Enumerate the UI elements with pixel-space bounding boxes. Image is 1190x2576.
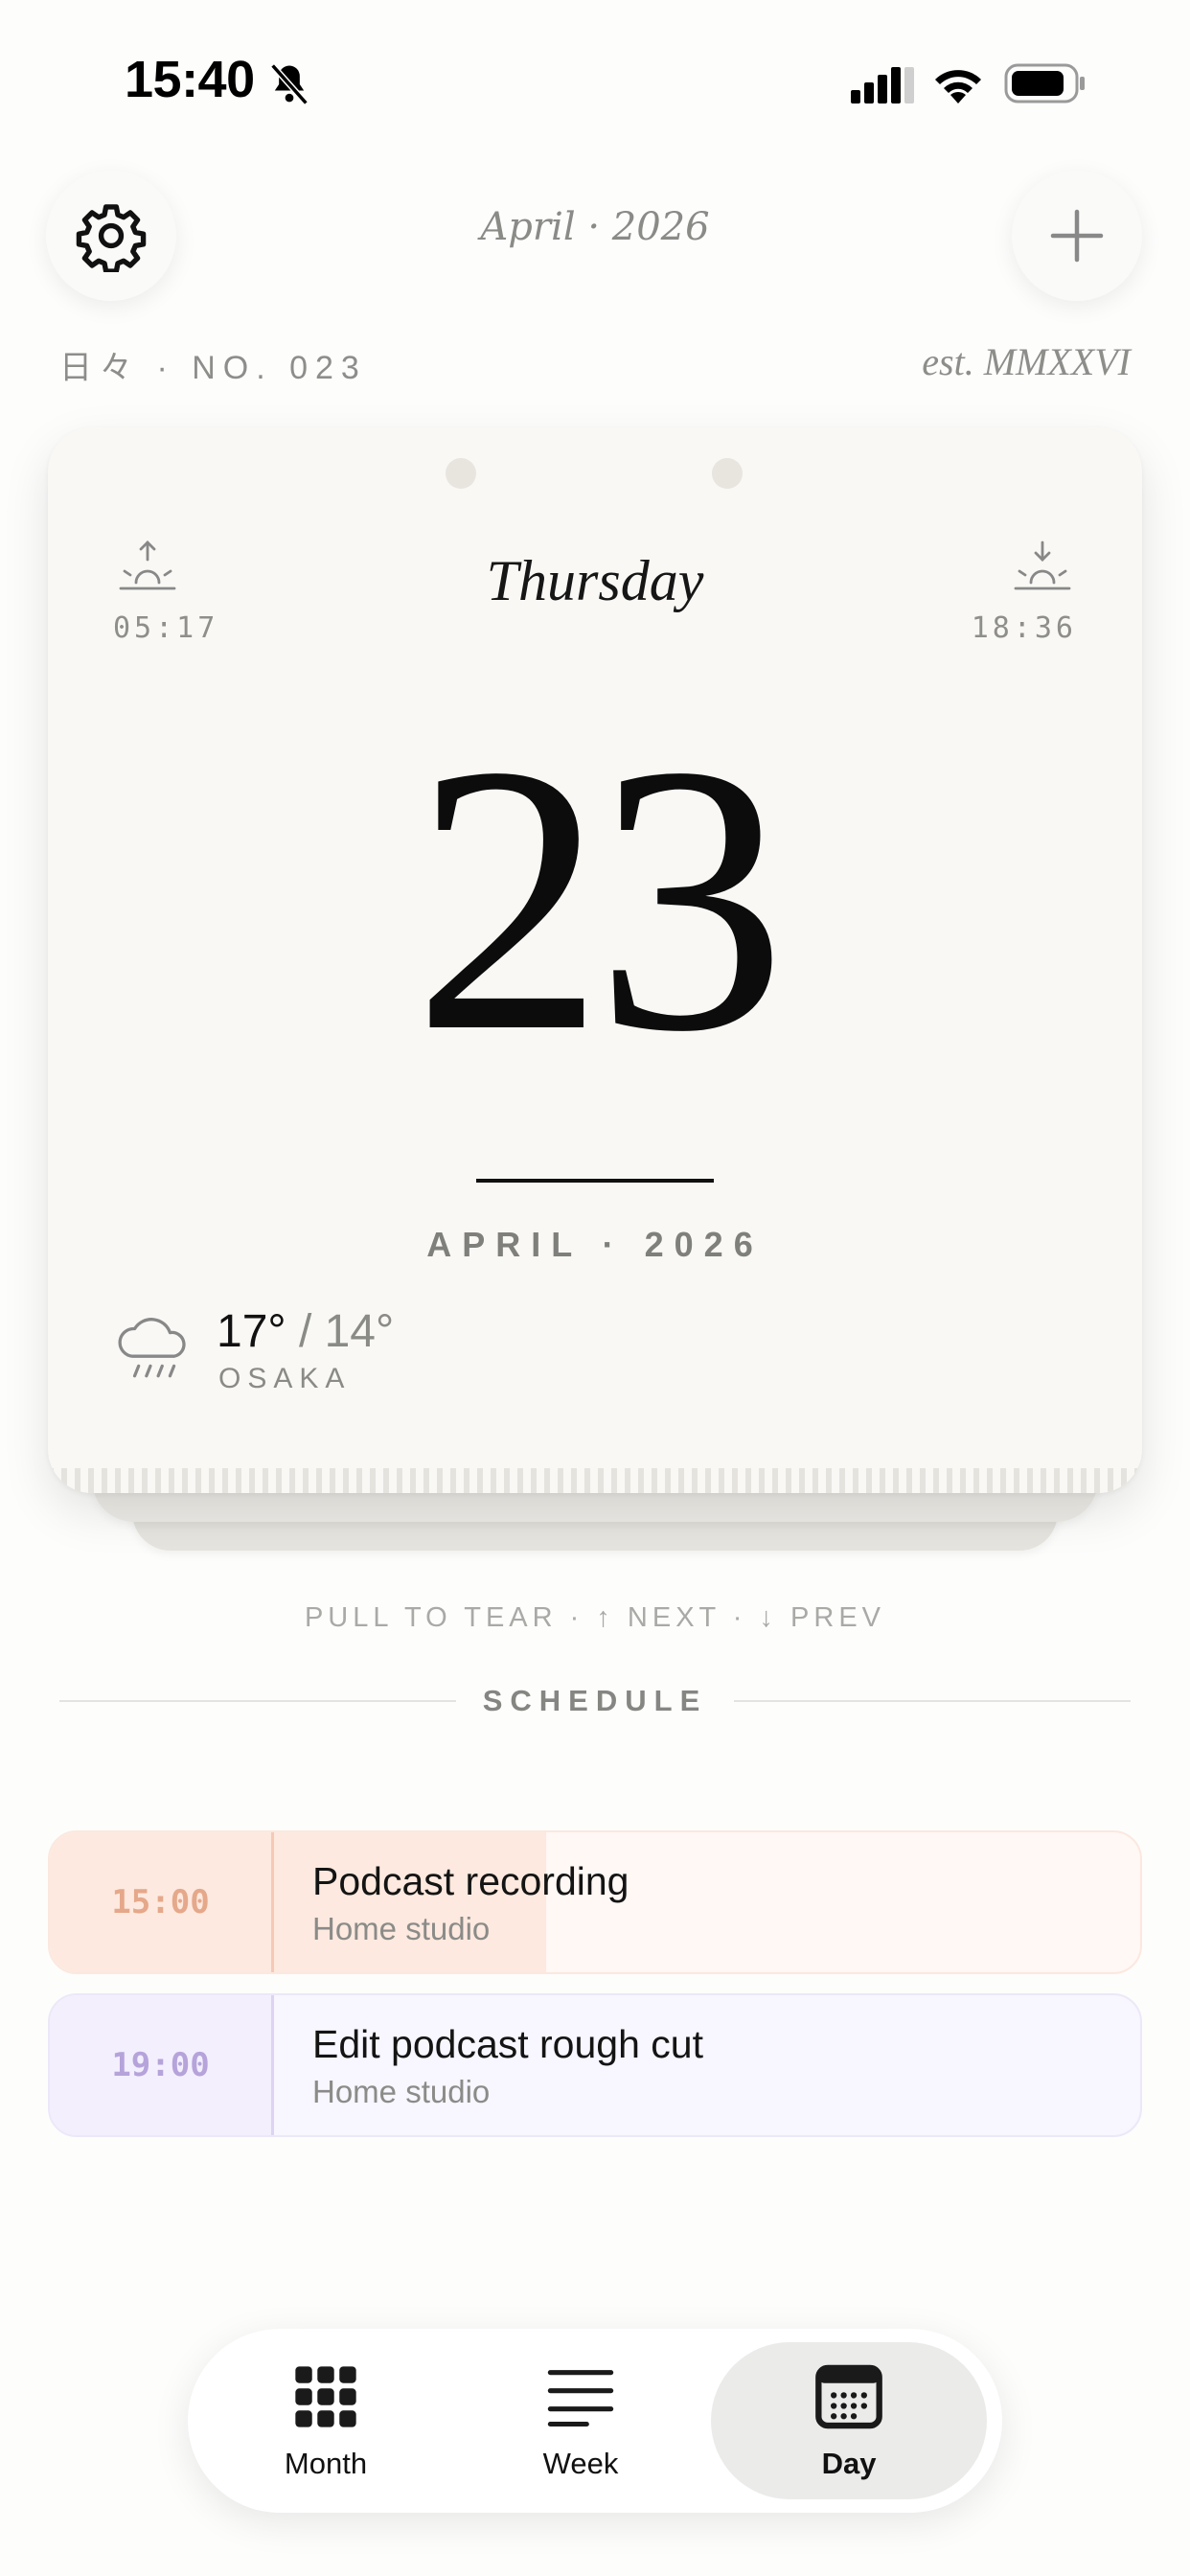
- sunset-icon: [1014, 540, 1071, 590]
- schedule-title: SCHEDULE: [482, 1684, 708, 1717]
- tear-perforation: [48, 1468, 1142, 1493]
- event-title: Podcast recording: [312, 1859, 629, 1903]
- sunrise-time: 05:17: [113, 611, 219, 645]
- tear-hint: PULL TO TEAR · ↑ NEXT · ↓ PREV: [304, 1602, 886, 1633]
- tab-label: Day: [821, 2447, 877, 2480]
- calendar-day-icon: [815, 2364, 882, 2429]
- tab-bar: Month Week Day: [188, 2329, 1002, 2513]
- event-time: 15:00: [50, 1832, 274, 1972]
- issue-label: 日々 · NO. 023: [59, 350, 367, 386]
- tab-label: Month: [284, 2447, 368, 2480]
- event-row[interactable]: 19:00 Edit podcast rough cut Home studio: [48, 1993, 1142, 2137]
- gear-icon: [76, 204, 147, 272]
- temperature-low: / 14°: [298, 1306, 395, 1357]
- bell-slash-icon: [270, 63, 309, 105]
- event-title: Edit podcast rough cut: [312, 2022, 703, 2066]
- event-row[interactable]: 15:00 Podcast recording Home studio: [48, 1830, 1142, 1974]
- tear-off-day-card[interactable]: 05:17 Thursday 18:36 23 APRIL · 2026 17°…: [48, 427, 1142, 1493]
- event-location: Home studio: [312, 2074, 491, 2109]
- binding-hole: [446, 458, 476, 489]
- temperature: 17° / 14°: [217, 1305, 394, 1358]
- day-number: 23: [413, 686, 787, 1111]
- lines-icon: [547, 2370, 614, 2427]
- binding-hole: [712, 458, 743, 489]
- settings-button[interactable]: [46, 171, 176, 301]
- sunset-time: 18:36: [971, 611, 1077, 645]
- est-label: est. MMXXVI: [922, 340, 1131, 383]
- tab-label: Week: [542, 2447, 619, 2480]
- add-event-button[interactable]: [1012, 171, 1142, 301]
- wifi-icon: [935, 70, 981, 104]
- event-time: 19:00: [50, 1995, 274, 2135]
- status-time: 15:40: [125, 51, 255, 108]
- plus-icon: [1050, 209, 1104, 263]
- tab-day[interactable]: Day: [711, 2342, 987, 2499]
- rain-cloud-icon: [118, 1318, 186, 1378]
- header-month-label: April · 2026: [480, 205, 710, 249]
- event-location: Home studio: [312, 1911, 491, 1946]
- tab-month[interactable]: Month: [188, 2342, 464, 2499]
- temperature-high: 17°: [217, 1306, 286, 1357]
- weekday: Thursday: [486, 549, 704, 612]
- tab-week[interactable]: Week: [443, 2342, 719, 2499]
- weather-city: OSAKA: [218, 1363, 352, 1394]
- month-year: APRIL · 2026: [426, 1225, 764, 1264]
- cellular-signal-icon: [851, 67, 914, 104]
- divider-left: [59, 1700, 456, 1702]
- battery-icon: [1004, 63, 1085, 104]
- grid-icon: [295, 2366, 356, 2427]
- divider-right: [734, 1700, 1131, 1702]
- day-divider: [476, 1179, 714, 1183]
